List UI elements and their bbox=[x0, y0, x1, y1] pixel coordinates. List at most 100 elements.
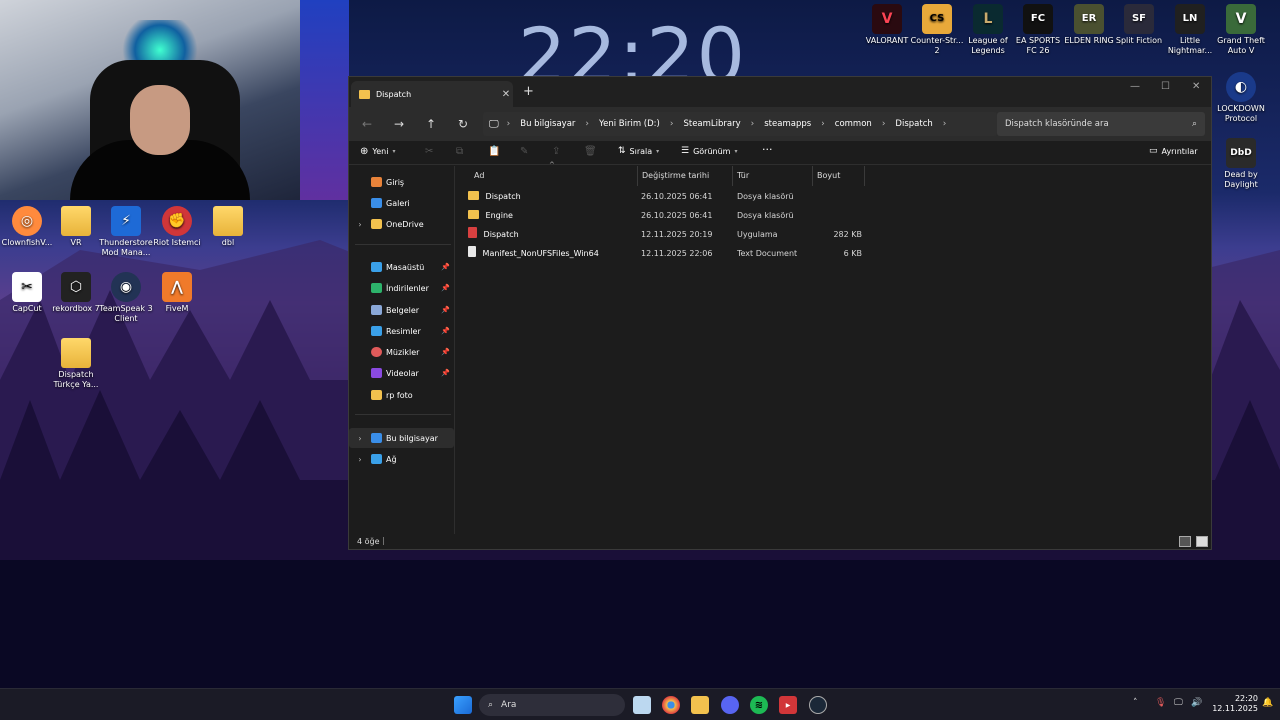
new-tab-button[interactable]: + bbox=[523, 85, 534, 99]
breadcrumb-separator-icon[interactable]: › bbox=[943, 119, 947, 129]
up-arrow-icon[interactable]: ↑ bbox=[422, 116, 440, 132]
column-header-size[interactable]: Boyut bbox=[813, 166, 865, 186]
copy-icon[interactable]: ⧉ bbox=[456, 146, 463, 157]
column-header-name[interactable]: Ad bbox=[470, 166, 638, 186]
nav-item-pictures[interactable]: Resimler 📌 bbox=[349, 321, 454, 341]
notification-bell-icon[interactable]: 🔔 bbox=[1262, 698, 1273, 708]
pin-icon[interactable]: 📌 bbox=[441, 327, 450, 335]
spotify-icon[interactable]: ≋ bbox=[750, 696, 768, 714]
network-icon[interactable]: 🖵 bbox=[1174, 698, 1183, 708]
pin-icon[interactable]: 📌 bbox=[441, 369, 450, 377]
desktop-icon-lol[interactable]: L League of Legends bbox=[961, 4, 1015, 56]
taskbar-clock[interactable]: 22:20 12.11.2025 bbox=[1206, 694, 1258, 714]
column-header-date[interactable]: Değiştirme tarihi bbox=[637, 166, 733, 186]
new-button[interactable]: ⊕ Yeni ▾ bbox=[360, 146, 395, 157]
cut-icon[interactable]: ✂ bbox=[425, 146, 433, 157]
forward-arrow-icon[interactable]: → bbox=[390, 116, 408, 132]
minimize-button[interactable]: — bbox=[1130, 81, 1140, 92]
breadcrumb-item[interactable]: common bbox=[835, 119, 872, 129]
breadcrumb-item[interactable]: Bu bilgisayar bbox=[520, 119, 575, 129]
rename-icon[interactable]: ✎ bbox=[520, 146, 528, 157]
view-button[interactable]: ☰ Görünüm ▾ bbox=[681, 146, 737, 156]
chrome-icon[interactable] bbox=[662, 696, 680, 714]
maximize-button[interactable]: ☐ bbox=[1161, 81, 1170, 92]
paste-icon[interactable]: 📋 bbox=[488, 146, 500, 157]
file-explorer-icon[interactable] bbox=[691, 696, 709, 714]
desktop-icon-teamspeak[interactable]: ◉ TeamSpeak 3 Client bbox=[99, 272, 153, 324]
volume-icon[interactable]: 🔊 bbox=[1191, 698, 1202, 708]
nav-item-rp-foto[interactable]: rp foto bbox=[349, 385, 454, 405]
pin-icon[interactable]: 📌 bbox=[441, 263, 450, 271]
desktop-icon-vr[interactable]: VR bbox=[49, 206, 103, 248]
search-box[interactable]: Dispatch klasöründe ara ⌕ bbox=[997, 112, 1205, 136]
chevron-up-icon[interactable]: ˄ bbox=[1133, 698, 1138, 708]
nav-item-onedrive[interactable]: › OneDrive bbox=[349, 214, 454, 234]
breadcrumb[interactable]: 🖵 › Bu bilgisayar › Yeni Birim (D:) › St… bbox=[483, 112, 997, 136]
details-view-icon[interactable] bbox=[1179, 536, 1191, 547]
breadcrumb-separator-icon[interactable]: › bbox=[751, 119, 755, 129]
desktop-icon-elden-ring[interactable]: ER ELDEN RING bbox=[1062, 4, 1116, 46]
column-header-type[interactable]: Tür bbox=[733, 166, 813, 186]
nav-item-gallery[interactable]: Galeri bbox=[349, 193, 454, 213]
pin-icon[interactable]: 📌 bbox=[441, 306, 450, 314]
discord-icon[interactable] bbox=[721, 696, 739, 714]
nav-item-network[interactable]: › Ağ bbox=[349, 449, 454, 469]
chevron-right-icon[interactable]: › bbox=[349, 220, 371, 229]
pin-icon[interactable]: 📌 bbox=[441, 284, 450, 292]
chevron-right-icon[interactable]: › bbox=[349, 455, 371, 464]
desktop-icon-little-nightmares[interactable]: LN Little Nightmar... bbox=[1163, 4, 1217, 56]
close-window-button[interactable]: ✕ bbox=[1192, 81, 1200, 92]
breadcrumb-separator-icon[interactable]: › bbox=[882, 119, 886, 129]
microphone-icon[interactable]: 🎙 bbox=[1155, 698, 1166, 708]
taskbar-search[interactable]: ⌕ Ara bbox=[479, 694, 625, 716]
desktop-icon-fivem[interactable]: ⋀ FiveM bbox=[150, 272, 204, 314]
desktop-icon-gta-v[interactable]: V Grand Theft Auto V bbox=[1214, 4, 1268, 56]
desktop-icon-fc26[interactable]: FC EA SPORTS FC 26 bbox=[1011, 4, 1065, 56]
tiles-view-icon[interactable] bbox=[1196, 536, 1208, 547]
file-row[interactable]: Dispatch 26.10.2025 06:41 Dosya klasörü bbox=[456, 187, 1211, 206]
file-row[interactable]: Manifest_NonUFSFiles_Win64 12.11.2025 22… bbox=[456, 244, 1211, 263]
breadcrumb-separator-icon[interactable]: › bbox=[821, 119, 825, 129]
steam-icon[interactable] bbox=[809, 696, 827, 714]
desktop-icon-valorant[interactable]: V VALORANT bbox=[860, 4, 914, 46]
details-button[interactable]: ▭ Ayrıntılar bbox=[1149, 146, 1198, 156]
nav-item-music[interactable]: Müzikler 📌 bbox=[349, 342, 454, 362]
breadcrumb-separator-icon[interactable]: › bbox=[585, 119, 589, 129]
breadcrumb-separator-icon[interactable]: › bbox=[670, 119, 674, 129]
streaming-app-icon[interactable]: ▶ bbox=[779, 696, 797, 714]
breadcrumb-item[interactable]: SteamLibrary bbox=[683, 119, 740, 129]
desktop-icon-rekordbox[interactable]: ⬡ rekordbox 7 bbox=[49, 272, 103, 314]
tab-dispatch[interactable]: Dispatch ✕ bbox=[351, 81, 513, 107]
close-tab-icon[interactable]: ✕ bbox=[499, 89, 513, 100]
nav-item-desktop[interactable]: Masaüstü 📌 bbox=[349, 257, 454, 277]
desktop-icon-riot[interactable]: ✊ Riot Istemci bbox=[150, 206, 204, 248]
back-arrow-icon[interactable]: ← bbox=[358, 116, 376, 132]
file-row[interactable]: Engine 26.10.2025 06:41 Dosya klasörü bbox=[456, 206, 1211, 225]
desktop-icon-split-fiction[interactable]: SF Split Fiction bbox=[1112, 4, 1166, 46]
delete-icon[interactable]: 🗑 bbox=[584, 146, 597, 157]
desktop-icon-capcut[interactable]: ✂ CapCut bbox=[0, 272, 54, 314]
desktop-icon-cs2[interactable]: CS Counter-Str... 2 bbox=[910, 4, 964, 56]
windows-start-icon[interactable] bbox=[454, 696, 472, 714]
share-icon[interactable]: ⇪ bbox=[552, 146, 560, 157]
task-view-icon[interactable] bbox=[633, 696, 651, 714]
more-options-button[interactable]: ··· bbox=[762, 143, 773, 156]
refresh-icon[interactable]: ↻ bbox=[454, 116, 472, 132]
nav-item-home[interactable]: Giriş bbox=[349, 172, 454, 192]
desktop-icon-clownfish[interactable]: ◎ ClownfishV... bbox=[0, 206, 54, 248]
nav-item-this-pc[interactable]: › Bu bilgisayar bbox=[349, 428, 454, 448]
nav-item-downloads[interactable]: İndirilenler 📌 bbox=[349, 278, 454, 298]
desktop-icon-dbl[interactable]: dbl bbox=[201, 206, 255, 248]
desktop-icon-thunderstore[interactable]: ⚡ Thunderstore Mod Mana... bbox=[99, 206, 153, 258]
pin-icon[interactable]: 📌 bbox=[441, 348, 450, 356]
desktop-icon-lockdown[interactable]: ◐ LOCKDOWN Protocol bbox=[1214, 72, 1268, 124]
search-input[interactable]: Dispatch klasöründe ara bbox=[1005, 119, 1192, 129]
breadcrumb-item[interactable]: steamapps bbox=[764, 119, 811, 129]
nav-item-videos[interactable]: Videolar 📌 bbox=[349, 363, 454, 383]
chevron-right-icon[interactable]: › bbox=[349, 434, 371, 443]
breadcrumb-item[interactable]: Dispatch bbox=[895, 119, 932, 129]
breadcrumb-item[interactable]: Yeni Birim (D:) bbox=[599, 119, 660, 129]
breadcrumb-separator-icon[interactable]: › bbox=[507, 119, 511, 129]
desktop-icon-dbd[interactable]: DbD Dead by Daylight bbox=[1214, 138, 1268, 190]
desktop-icon-dispatch-turkce[interactable]: Dispatch Türkçe Ya... bbox=[49, 338, 103, 390]
